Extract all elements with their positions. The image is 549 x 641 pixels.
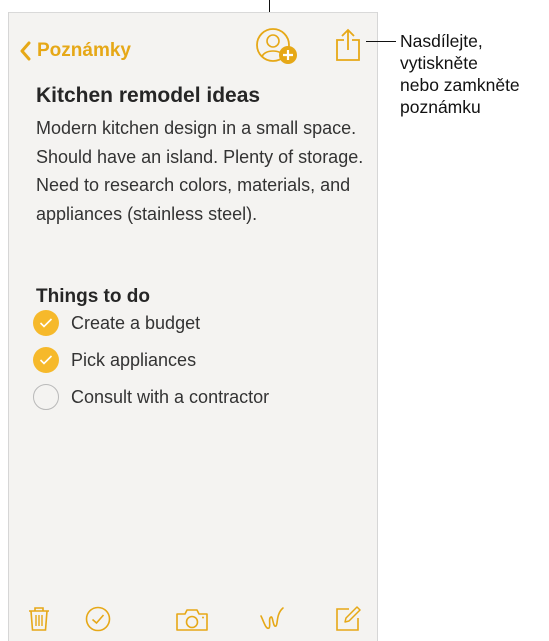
chevron-left-icon: [20, 41, 31, 61]
share-icon[interactable]: [335, 28, 361, 62]
checklist-heading[interactable]: Things to do: [36, 286, 150, 308]
checkbox-checked[interactable]: [33, 310, 59, 336]
checklist-item-label: Pick appliances: [71, 349, 197, 370]
checklist-item[interactable]: Pick appliances: [33, 347, 196, 373]
checkbox-checked[interactable]: [33, 347, 59, 373]
note-body[interactable]: Modern kitchen design in a small space. …: [36, 114, 366, 228]
camera-icon[interactable]: [175, 608, 209, 632]
trash-icon[interactable]: [28, 606, 50, 632]
sketch-icon[interactable]: [259, 606, 285, 634]
checkmark-icon: [39, 318, 53, 328]
divider: [9, 12, 377, 13]
back-button[interactable]: Poznámky: [19, 40, 131, 62]
checklist-item-label: Create a budget: [71, 312, 201, 333]
note-title[interactable]: Kitchen remodel ideas: [36, 84, 260, 108]
checkmark-icon: [39, 355, 53, 365]
checklist-item[interactable]: Consult with a contractor: [33, 384, 269, 410]
share-callout-text: Nasdílejte, vytiskněte nebo zamkněte poz…: [400, 31, 520, 117]
checklist-item-label: Consult with a contractor: [71, 386, 270, 407]
checkbox-unchecked[interactable]: [33, 384, 59, 410]
compose-icon[interactable]: [335, 606, 361, 632]
add-person-icon[interactable]: [255, 24, 301, 66]
back-label: Poznámky: [37, 40, 131, 61]
checklist-icon[interactable]: [85, 606, 111, 632]
notes-screen: Poznámky Kitchen remodel ideas Modern ki…: [8, 12, 378, 641]
share-callout-line: [366, 41, 396, 42]
checklist-item[interactable]: Create a budget: [33, 310, 200, 336]
